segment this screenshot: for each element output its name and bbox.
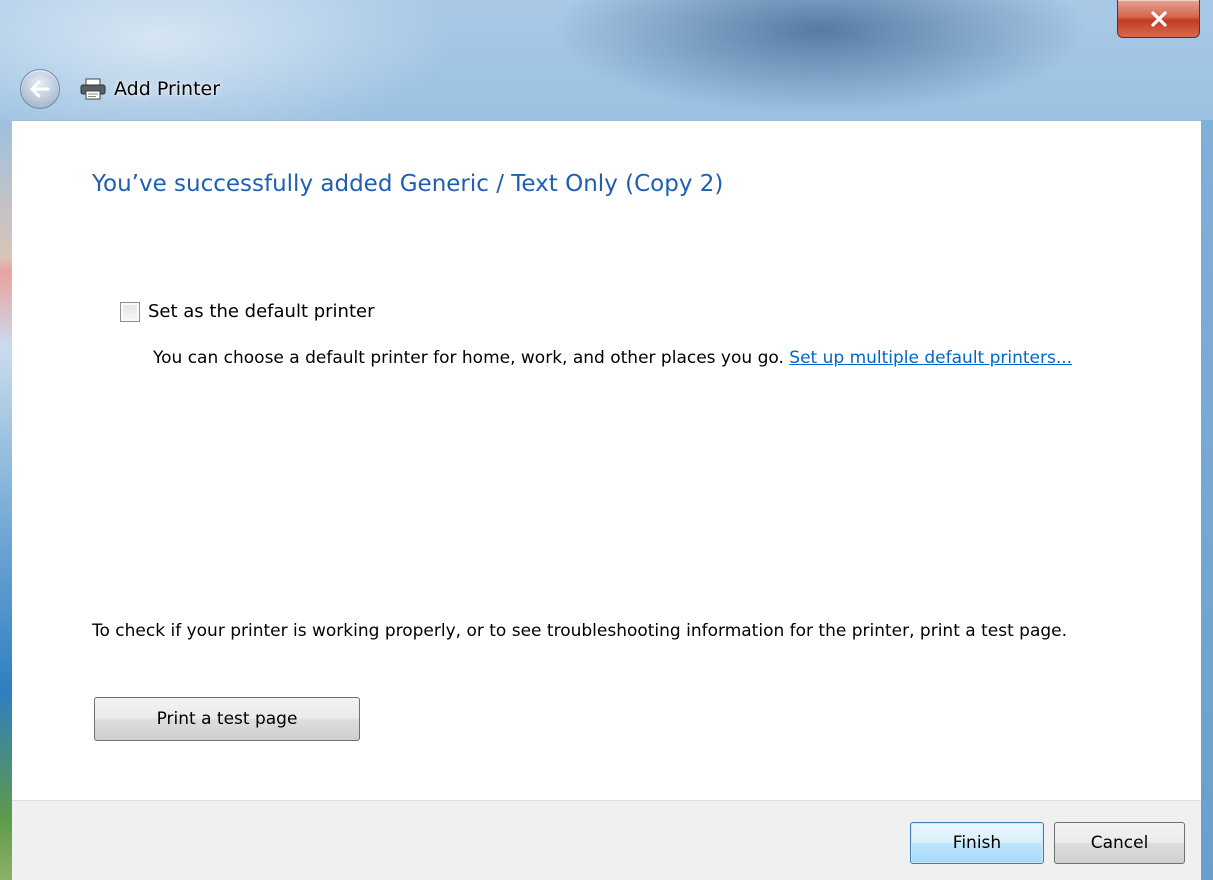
window-border-left [0, 120, 12, 880]
printer-icon [80, 76, 106, 102]
default-printer-checkbox[interactable] [120, 301, 140, 322]
test-page-description: To check if your printer is working prop… [92, 621, 1068, 641]
dialog-footer: Finish Cancel [12, 800, 1201, 880]
default-printer-label[interactable]: Set as the default printer [148, 301, 375, 322]
title-row: Add Printer [20, 68, 220, 110]
close-button[interactable] [1117, 0, 1200, 38]
setup-multiple-defaults-link[interactable]: Set up multiple default printers... [789, 348, 1072, 368]
default-printer-help: You can choose a default printer for hom… [153, 343, 1113, 373]
content-area: You’ve successfully added Generic / Text… [12, 120, 1201, 800]
window-border-right [1201, 120, 1213, 880]
back-arrow-icon [30, 80, 50, 98]
print-test-page-button[interactable]: Print a test page [94, 697, 360, 741]
back-button[interactable] [20, 69, 60, 109]
page-title: You’ve successfully added Generic / Text… [92, 171, 724, 197]
default-printer-option[interactable]: Set as the default printer [120, 301, 375, 322]
finish-button[interactable]: Finish [910, 822, 1044, 864]
close-icon [1150, 10, 1167, 27]
window-title: Add Printer [114, 78, 221, 100]
default-printer-help-text: You can choose a default printer for hom… [153, 348, 784, 368]
cancel-button[interactable]: Cancel [1054, 822, 1185, 864]
